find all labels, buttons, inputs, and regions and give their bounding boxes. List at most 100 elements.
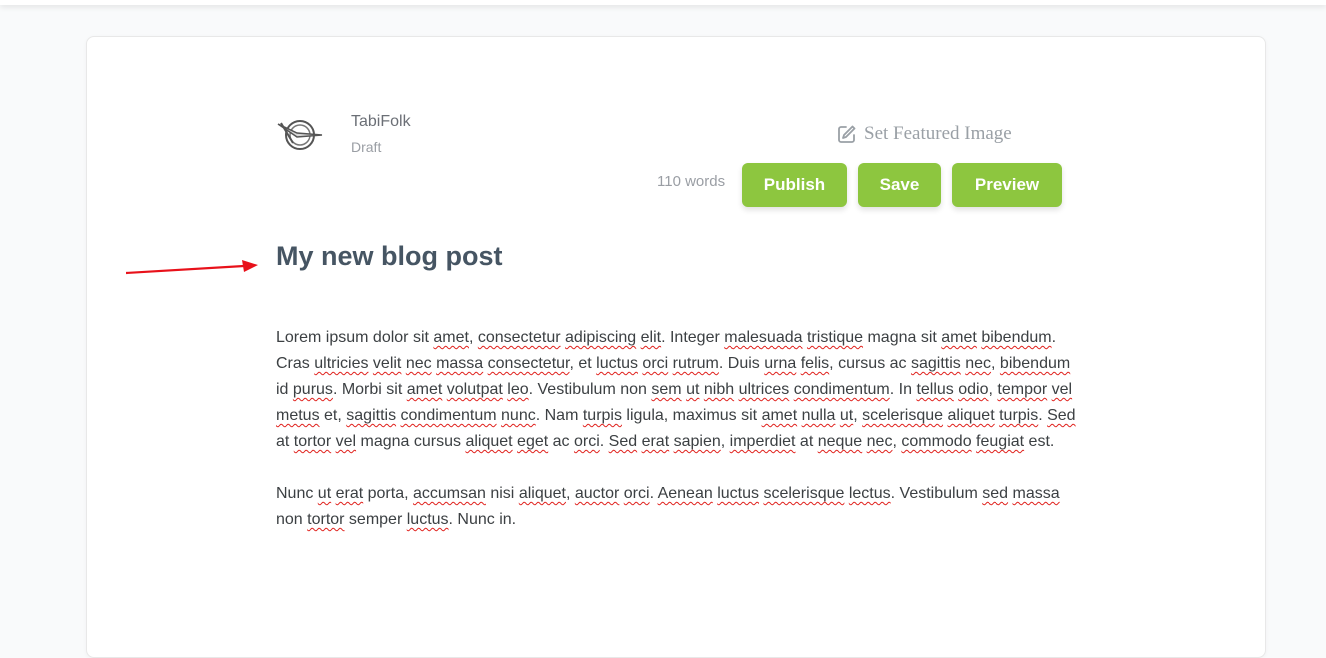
misspelled-word: tellus (916, 381, 954, 398)
misspelled-word: sem (651, 381, 682, 398)
misspelled-word: erat (641, 433, 670, 450)
text-run: , (853, 407, 863, 424)
text-run: id (276, 381, 293, 398)
text-run: est. (1024, 433, 1055, 450)
misspelled-word: malesuada (724, 329, 803, 346)
text-run: magna sit (863, 329, 942, 346)
misspelled-word: sed (982, 485, 1009, 502)
misspelled-word: sagittis (910, 355, 961, 372)
misspelled-word: aliquet (518, 485, 566, 502)
set-featured-image-label: Set Featured Image (864, 123, 1012, 144)
misspelled-word: condimentum (793, 381, 890, 398)
misspelled-word: massa (436, 355, 484, 372)
misspelled-word: ultrices (738, 381, 790, 398)
text-run: magna cursus (356, 433, 466, 450)
misspelled-word: urna (764, 355, 797, 372)
misspelled-word: odio (958, 381, 989, 398)
text-run: . Integer (661, 329, 725, 346)
text-run: . Nam (535, 407, 583, 424)
misspelled-word: aliquet (465, 433, 513, 450)
misspelled-word: condimentum (400, 407, 497, 424)
text-run: et, (319, 407, 347, 424)
misspelled-word: Sed (1047, 407, 1076, 424)
text-run: at (795, 433, 818, 450)
post-status: Draft (351, 139, 382, 155)
misspelled-word: ut (317, 485, 332, 502)
misspelled-word: amet (406, 381, 443, 398)
misspelled-word: volutpat (446, 381, 503, 398)
misspelled-word: ut (839, 407, 854, 424)
misspelled-word: accumsan (412, 485, 486, 502)
misspelled-word: vel (1051, 381, 1073, 398)
text-run: , (468, 329, 478, 346)
post-body[interactable]: Lorem ipsum dolor sit amet, consectetur … (276, 325, 1076, 559)
misspelled-word: luctus (596, 355, 638, 372)
misspelled-word: aliquet (947, 407, 995, 424)
word-count: 110 words (657, 173, 726, 190)
misspelled-word: massa (1012, 485, 1060, 502)
misspelled-word: imperdiet (729, 433, 796, 450)
text-run: . (599, 433, 609, 450)
text-run: non (276, 511, 308, 528)
top-bar (0, 0, 1326, 5)
editor-card: TabiFolk Draft Set Featured Image 110 wo… (86, 36, 1266, 658)
text-run: , (991, 355, 1000, 372)
misspelled-word: orci (573, 433, 600, 450)
misspelled-word: nec (866, 433, 893, 450)
text-run: . (649, 485, 658, 502)
misspelled-word: amet (433, 329, 469, 346)
misspelled-word: consectetur (477, 329, 561, 346)
post-paragraph: Lorem ipsum dolor sit amet, consectetur … (276, 325, 1076, 455)
misspelled-word: commodo (901, 433, 972, 450)
text-run: semper (344, 511, 407, 528)
edit-icon (838, 125, 856, 143)
misspelled-word: ultricies (314, 355, 369, 372)
misspelled-word: velit (372, 355, 402, 372)
misspelled-word: vel (335, 433, 357, 450)
save-button[interactable]: Save (858, 163, 941, 207)
text-run: ac (548, 433, 574, 450)
text-run: , (720, 433, 730, 450)
misspelled-word: luctus (406, 511, 449, 528)
misspelled-word: turpis (582, 407, 622, 424)
misspelled-word: bibendum (981, 329, 1052, 346)
misspelled-word: ut (686, 381, 700, 398)
misspelled-word: scelerisque (763, 485, 845, 502)
misspelled-word: Aenean (657, 485, 713, 502)
set-featured-image-link[interactable]: Set Featured Image (837, 123, 1012, 145)
misspelled-word: amet (761, 407, 798, 424)
misspelled-word: consectetur (487, 355, 570, 372)
misspelled-word: tortor (307, 511, 345, 528)
text-run: . In (889, 381, 917, 398)
text-run: . Morbi sit (332, 381, 407, 398)
publish-button[interactable]: Publish (742, 163, 847, 207)
text-run: , (892, 433, 902, 450)
misspelled-word: felis (800, 355, 830, 372)
misspelled-word: elit (640, 329, 662, 346)
preview-button[interactable]: Preview (952, 163, 1062, 207)
author-name: TabiFolk (351, 113, 411, 130)
misspelled-word: nibh (703, 381, 735, 398)
text-run: . Duis (718, 355, 765, 372)
post-paragraph: Nunc ut erat porta, accumsan nisi alique… (276, 481, 1076, 533)
misspelled-word: leo (507, 381, 529, 398)
misspelled-word: tortor (293, 433, 332, 450)
misspelled-word: luctus (717, 485, 759, 502)
misspelled-word: Sed (608, 433, 638, 450)
text-run: , (565, 485, 575, 502)
misspelled-word: orci (623, 485, 650, 502)
author-block: TabiFolk Draft (277, 111, 411, 157)
text-run: Nunc (276, 485, 318, 502)
misspelled-word: nec (965, 355, 992, 372)
text-run: ligula, maximus sit (621, 407, 762, 424)
misspelled-word: eget (517, 433, 549, 450)
text-run: at (276, 433, 294, 450)
text-run: nisi (485, 485, 519, 502)
misspelled-word: metus (276, 407, 320, 424)
misspelled-word: lectus (848, 485, 891, 502)
text-run: . (1038, 407, 1048, 424)
post-title[interactable]: My new blog post (276, 241, 503, 272)
misspelled-word: auctor (574, 485, 620, 502)
misspelled-word: adipiscing (565, 329, 637, 346)
misspelled-word: tempor (997, 381, 1048, 398)
